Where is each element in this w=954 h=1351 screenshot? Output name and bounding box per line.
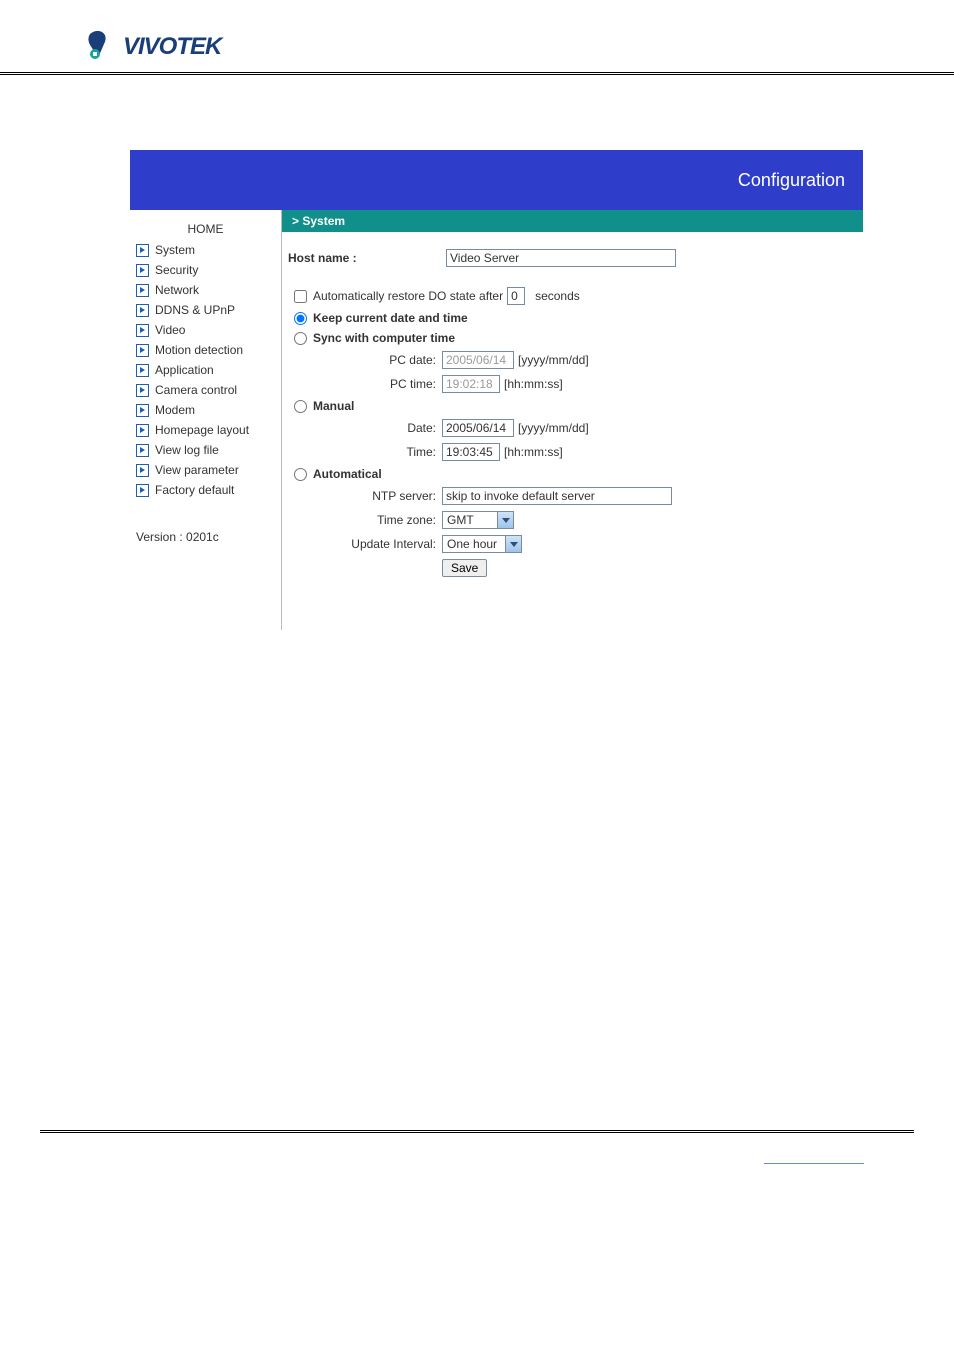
pc-time-input [442, 375, 500, 393]
arrow-right-icon [136, 264, 149, 277]
arrow-right-icon [136, 304, 149, 317]
page-title: Configuration [738, 170, 845, 191]
manual-date-label: Date: [330, 421, 442, 435]
sync-computer-label: Sync with computer time [313, 331, 455, 345]
arrow-right-icon [136, 424, 149, 437]
sidebar-item-application[interactable]: Application [130, 360, 281, 380]
arrow-right-icon [136, 364, 149, 377]
manual-date-input[interactable] [442, 419, 514, 437]
sidebar-item-label: Video [155, 323, 185, 337]
sidebar-item-label: Security [155, 263, 198, 277]
sidebar-item-system[interactable]: System [130, 240, 281, 260]
auto-restore-checkbox[interactable] [294, 290, 307, 303]
pc-time-label: PC time: [330, 377, 442, 391]
arrow-right-icon [136, 464, 149, 477]
host-name-input[interactable] [446, 249, 676, 267]
app-window: Configuration HOME System Security Netwo… [130, 150, 863, 630]
auto-restore-seconds-input[interactable] [507, 287, 525, 305]
chevron-down-icon [497, 512, 513, 528]
sidebar-item-view-parameter[interactable]: View parameter [130, 460, 281, 480]
manual-label: Manual [313, 399, 354, 413]
update-interval-value: One hour [443, 537, 505, 551]
ntp-server-label: NTP server: [330, 489, 442, 503]
system-form: Host name : Automatically restore DO sta… [282, 232, 863, 590]
manual-time-input[interactable] [442, 443, 500, 461]
sidebar-item-label: System [155, 243, 195, 257]
automatical-label: Automatical [313, 467, 382, 481]
auto-restore-label-suffix: seconds [535, 289, 580, 303]
sidebar-item-network[interactable]: Network [130, 280, 281, 300]
keep-current-radio[interactable] [294, 312, 307, 325]
ntp-server-input[interactable] [442, 487, 672, 505]
sidebar-item-label: Motion detection [155, 343, 243, 357]
host-name-label: Host name : [288, 251, 446, 265]
logo: VIVOTEK [84, 30, 954, 64]
section-title: > System [282, 210, 863, 232]
arrow-right-icon [136, 244, 149, 257]
sidebar-item-label: View parameter [155, 463, 239, 477]
arrow-right-icon [136, 384, 149, 397]
sidebar-item-motion-detection[interactable]: Motion detection [130, 340, 281, 360]
page-header: VIVOTEK [0, 0, 954, 75]
arrow-right-icon [136, 344, 149, 357]
footer-rule [40, 1130, 914, 1133]
manual-radio[interactable] [294, 400, 307, 413]
arrow-right-icon [136, 284, 149, 297]
sidebar-item-label: Modem [155, 403, 195, 417]
logo-icon [84, 30, 118, 64]
arrow-right-icon [136, 484, 149, 497]
version-text: Version : 0201c [130, 500, 281, 550]
chevron-down-icon [505, 536, 521, 552]
sidebar-item-security[interactable]: Security [130, 260, 281, 280]
title-bar: Configuration [130, 150, 863, 210]
update-interval-select[interactable]: One hour [442, 535, 522, 553]
sidebar-item-factory-default[interactable]: Factory default [130, 480, 281, 500]
sidebar-item-label: View log file [155, 443, 219, 457]
content: > System Host name : Automatically resto… [282, 210, 863, 630]
footer-link[interactable] [764, 1163, 864, 1164]
sidebar-item-label: Homepage layout [155, 423, 249, 437]
sidebar-item-label: DDNS & UPnP [155, 303, 235, 317]
manual-time-label: Time: [330, 445, 442, 459]
sidebar-item-ddns-upnp[interactable]: DDNS & UPnP [130, 300, 281, 320]
update-interval-label: Update Interval: [330, 537, 442, 551]
sync-computer-radio[interactable] [294, 332, 307, 345]
time-zone-select[interactable]: GMT [442, 511, 514, 529]
pc-date-label: PC date: [330, 353, 442, 367]
arrow-right-icon [136, 444, 149, 457]
sidebar-item-label: Network [155, 283, 199, 297]
time-zone-value: GMT [443, 513, 497, 527]
time-zone-label: Time zone: [330, 513, 442, 527]
auto-restore-label-prefix: Automatically restore DO state after [313, 289, 503, 303]
pc-date-input [442, 351, 514, 369]
arrow-right-icon [136, 324, 149, 337]
pc-date-hint: [yyyy/mm/dd] [518, 353, 589, 367]
sidebar-item-label: Factory default [155, 483, 234, 497]
arrow-right-icon [136, 404, 149, 417]
automatical-radio[interactable] [294, 468, 307, 481]
keep-current-label: Keep current date and time [313, 311, 468, 325]
sidebar: HOME System Security Network DDNS & UPnP… [130, 210, 282, 630]
pc-time-hint: [hh:mm:ss] [504, 377, 563, 391]
save-button[interactable]: Save [442, 559, 487, 577]
sidebar-item-video[interactable]: Video [130, 320, 281, 340]
manual-time-hint: [hh:mm:ss] [504, 445, 563, 459]
sidebar-item-camera-control[interactable]: Camera control [130, 380, 281, 400]
manual-date-hint: [yyyy/mm/dd] [518, 421, 589, 435]
sidebar-item-label: Camera control [155, 383, 237, 397]
sidebar-item-homepage-layout[interactable]: Homepage layout [130, 420, 281, 440]
sidebar-item-label: Application [155, 363, 214, 377]
sidebar-item-view-log-file[interactable]: View log file [130, 440, 281, 460]
sidebar-home[interactable]: HOME [130, 216, 281, 240]
logo-text: VIVOTEK [123, 33, 221, 61]
sidebar-item-modem[interactable]: Modem [130, 400, 281, 420]
